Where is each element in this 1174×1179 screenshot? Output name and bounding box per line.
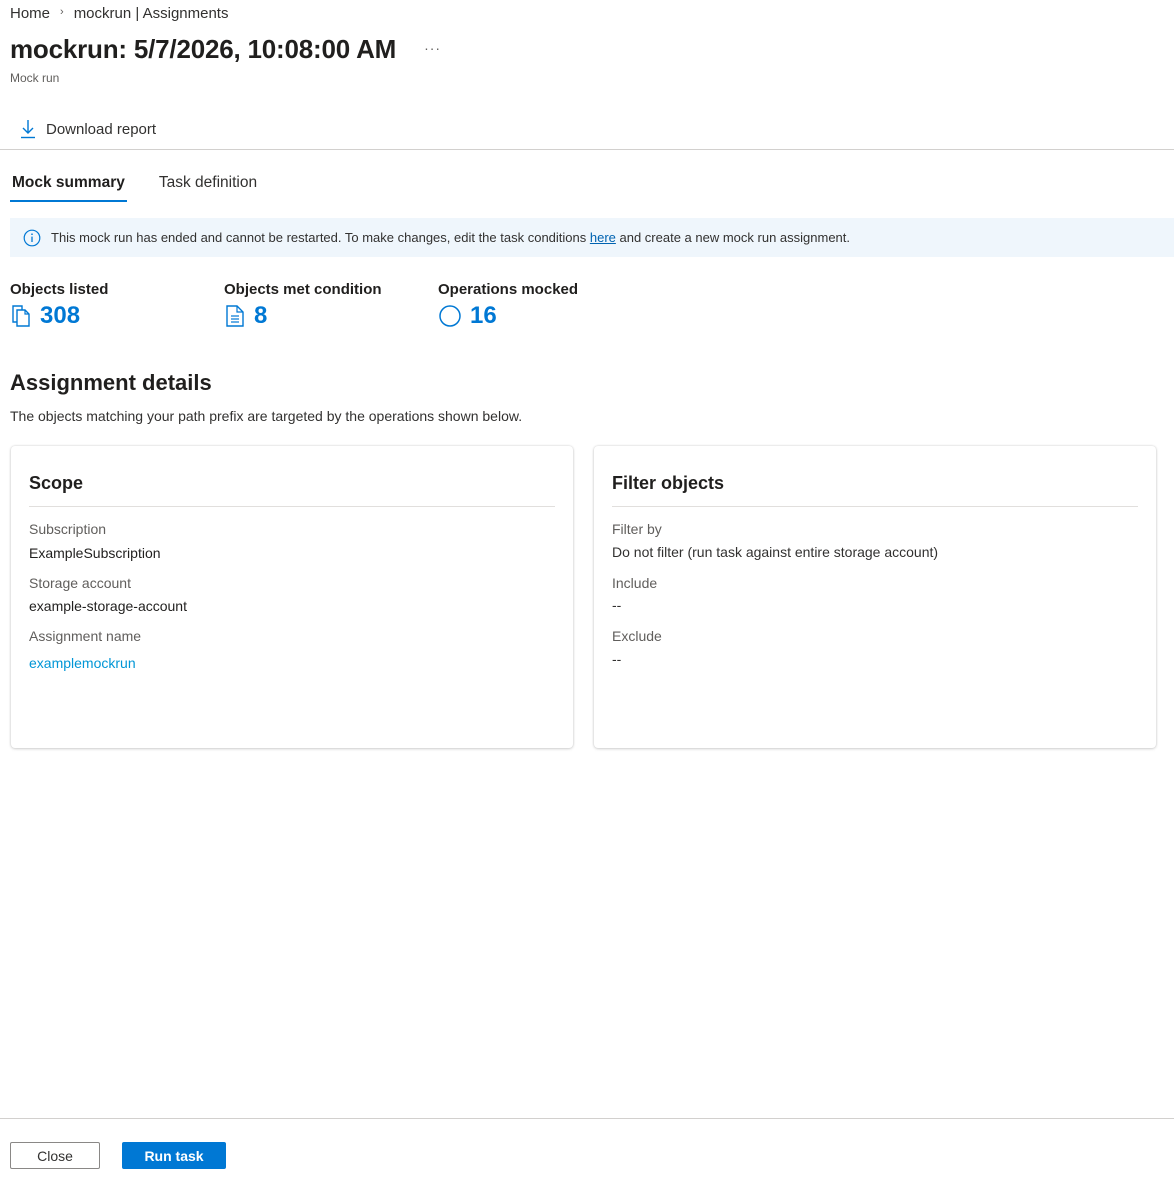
- metric-label: Operations mocked: [438, 281, 579, 298]
- scope-card-title: Scope: [29, 473, 84, 493]
- info-text-before: This mock run has ended and cannot be re…: [51, 230, 590, 245]
- download-report-label: Download report: [46, 120, 157, 138]
- metrics-row: Objects listed 308 Objects met condition…: [10, 281, 652, 330]
- card-divider: [29, 506, 555, 507]
- more-options-button[interactable]: ···: [424, 40, 441, 56]
- metric-objects-met-condition: Objects met condition 8: [224, 281, 438, 330]
- objects-listed-value: 308: [40, 302, 81, 329]
- objects-met-condition-value: 8: [254, 302, 268, 329]
- download-icon: [21, 120, 35, 139]
- metric-label: Objects met condition: [224, 281, 382, 298]
- include-value: --: [612, 597, 622, 613]
- subscription-value: ExampleSubscription: [29, 545, 161, 561]
- operations-mocked-value: 16: [470, 302, 497, 329]
- breadcrumb: Home › mockrun | Assignments: [10, 5, 228, 22]
- assignment-name-label: Assignment name: [29, 628, 142, 644]
- info-text-after: and create a new mock run assignment.: [615, 230, 851, 245]
- download-report-button[interactable]: Download report: [10, 117, 156, 141]
- filter-card-title: Filter objects: [612, 473, 725, 493]
- filter-objects-card: Filter objects Filter by Do not filter (…: [594, 446, 1156, 748]
- metric-objects-listed: Objects listed 308: [10, 281, 224, 330]
- storage-account-label: Storage account: [29, 575, 131, 591]
- assignment-details-title: Assignment details: [10, 370, 212, 395]
- tab-task-definition[interactable]: Task definition: [157, 170, 259, 202]
- page-title: mockrun: 5/7/2026, 10:08:00 AM: [10, 34, 397, 64]
- metric-value-row: 16: [438, 302, 652, 330]
- breadcrumb-assignments[interactable]: mockrun | Assignments: [74, 5, 229, 22]
- info-text: This mock run has ended and cannot be re…: [51, 230, 850, 245]
- filter-by-label: Filter by: [612, 521, 662, 537]
- metric-operations-mocked: Operations mocked 16: [438, 281, 652, 330]
- title-row: mockrun: 5/7/2026, 10:08:00 AM ···: [10, 34, 441, 65]
- storage-account-value: example-storage-account: [29, 598, 187, 614]
- card-divider: [612, 506, 1138, 507]
- footer-divider: [0, 1118, 1174, 1119]
- assignment-name-link[interactable]: examplemockrun: [29, 655, 136, 671]
- filter-by-value: Do not filter (run task against entire s…: [612, 544, 939, 560]
- scope-card: Scope Subscription ExampleSubscription S…: [11, 446, 573, 748]
- page-subtitle: Mock run: [10, 71, 60, 85]
- metric-label: Objects listed: [10, 281, 109, 298]
- tab-bar: Mock summary Task definition: [10, 170, 289, 202]
- metric-value-row: 8: [224, 302, 438, 330]
- edit-conditions-link[interactable]: here: [590, 230, 616, 245]
- breadcrumb-home[interactable]: Home: [10, 5, 50, 22]
- assignment-details-description: The objects matching your path prefix ar…: [10, 408, 523, 424]
- exclude-label: Exclude: [612, 628, 662, 644]
- exclude-value: --: [612, 651, 622, 667]
- copy-documents-icon: [12, 305, 30, 327]
- include-label: Include: [612, 575, 658, 591]
- circle-icon: [439, 305, 461, 327]
- chevron-right-icon: ›: [60, 5, 64, 18]
- metric-value-row: 308: [10, 302, 224, 330]
- close-button[interactable]: Close: [10, 1142, 100, 1169]
- tab-mock-summary[interactable]: Mock summary: [10, 170, 127, 202]
- subscription-label: Subscription: [29, 521, 107, 537]
- toolbar-divider: [0, 149, 1174, 150]
- run-task-button[interactable]: Run task: [122, 1142, 226, 1169]
- info-banner: This mock run has ended and cannot be re…: [10, 218, 1174, 257]
- info-icon: [23, 229, 41, 246]
- document-icon: [226, 305, 244, 327]
